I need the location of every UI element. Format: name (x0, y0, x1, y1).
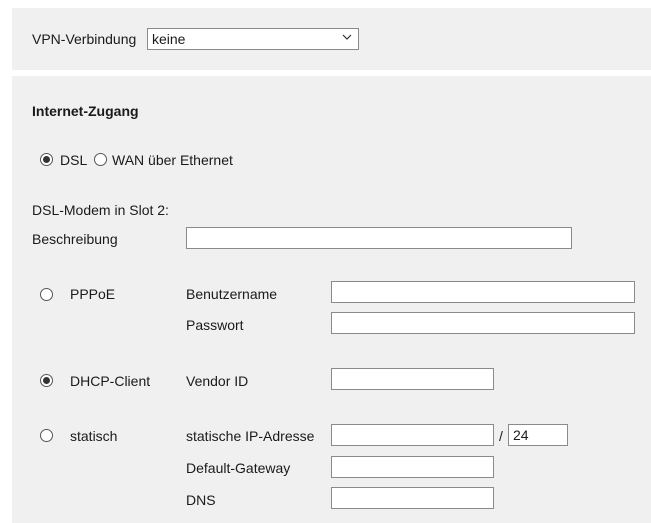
dns-label: DNS (186, 492, 216, 508)
wan-label: WAN über Ethernet (112, 152, 233, 168)
dhcp-label: DHCP-Client (70, 373, 151, 389)
ip-input[interactable] (331, 424, 494, 446)
password-label: Passwort (186, 317, 244, 333)
username-label: Benutzername (186, 286, 278, 302)
vpn-select[interactable]: keine (147, 28, 359, 50)
ip-label: statische IP-Adresse (186, 428, 315, 444)
username-input[interactable] (331, 281, 635, 303)
dhcp-radio[interactable] (40, 374, 53, 387)
prefix-separator: / (499, 428, 503, 444)
vendor-input[interactable] (331, 368, 494, 390)
password-input[interactable] (331, 312, 635, 334)
dsl-radio[interactable] (40, 153, 53, 166)
prefix-input[interactable] (508, 424, 568, 446)
gateway-label: Default-Gateway (186, 460, 291, 476)
pppoe-radio[interactable] (40, 288, 53, 301)
static-radio[interactable] (40, 429, 53, 442)
description-input[interactable] (186, 227, 572, 249)
dns-input[interactable] (331, 487, 494, 509)
internet-heading: Internet-Zugang (32, 103, 139, 119)
static-label: statisch (70, 428, 118, 444)
description-label: Beschreibung (32, 231, 118, 247)
wan-radio[interactable] (94, 153, 107, 166)
gateway-input[interactable] (331, 456, 494, 478)
vendor-label: Vendor ID (186, 373, 249, 389)
internet-panel: Internet-Zugang DSL WAN über Ethernet DS… (12, 76, 651, 523)
vpn-panel: VPN-Verbindung keine (12, 8, 651, 70)
modem-label: DSL-Modem in Slot 2: (32, 202, 169, 218)
vpn-select-value: keine (152, 31, 186, 47)
dsl-label: DSL (60, 152, 88, 168)
pppoe-label: PPPoE (70, 286, 116, 302)
vpn-label: VPN-Verbindung (32, 31, 137, 47)
chevron-down-icon (342, 34, 352, 40)
